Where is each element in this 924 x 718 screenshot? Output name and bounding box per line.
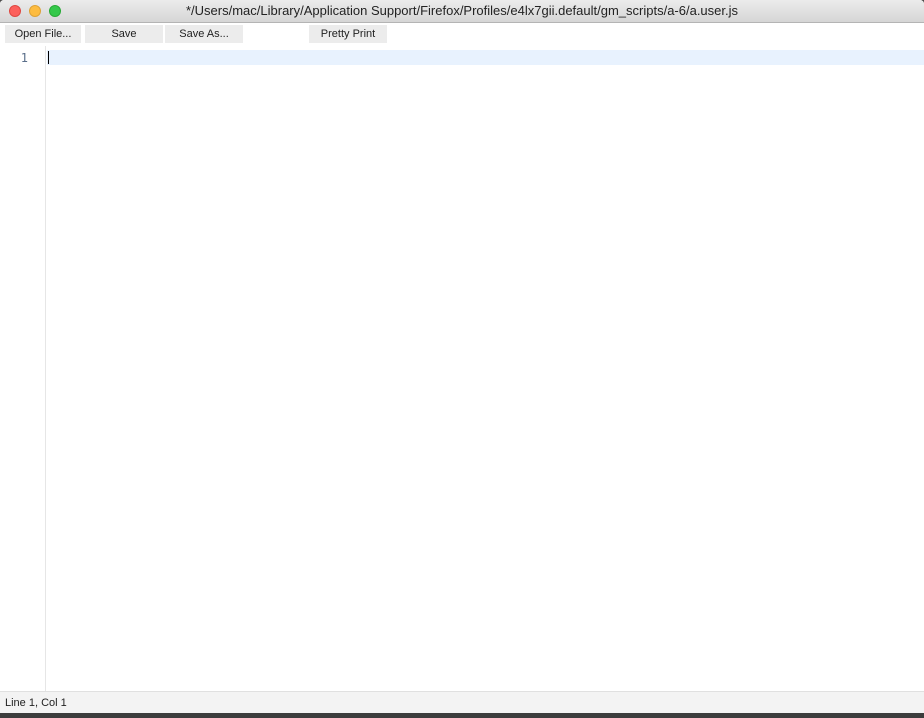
save-as-button[interactable]: Save As...: [165, 25, 243, 43]
save-button[interactable]: Save: [85, 25, 163, 43]
pretty-print-button[interactable]: Pretty Print: [309, 25, 387, 43]
code-editor[interactable]: 1: [0, 46, 924, 691]
active-line-highlight: [47, 50, 924, 65]
open-file-button[interactable]: Open File...: [5, 25, 81, 43]
line-number: 1: [20, 51, 28, 65]
status-bar: Line 1, Col 1: [0, 691, 924, 713]
toolbar: Open File... Save Save As... Pretty Prin…: [0, 23, 924, 45]
title-bar[interactable]: */Users/mac/Library/Application Support/…: [0, 0, 924, 23]
text-cursor: [48, 51, 49, 64]
cursor-position: Line 1, Col 1: [5, 697, 67, 709]
editor-window: */Users/mac/Library/Application Support/…: [0, 0, 924, 713]
background-window-edge: [0, 713, 924, 718]
line-number-gutter: 1: [0, 46, 46, 691]
window-title: */Users/mac/Library/Application Support/…: [185, 3, 739, 18]
